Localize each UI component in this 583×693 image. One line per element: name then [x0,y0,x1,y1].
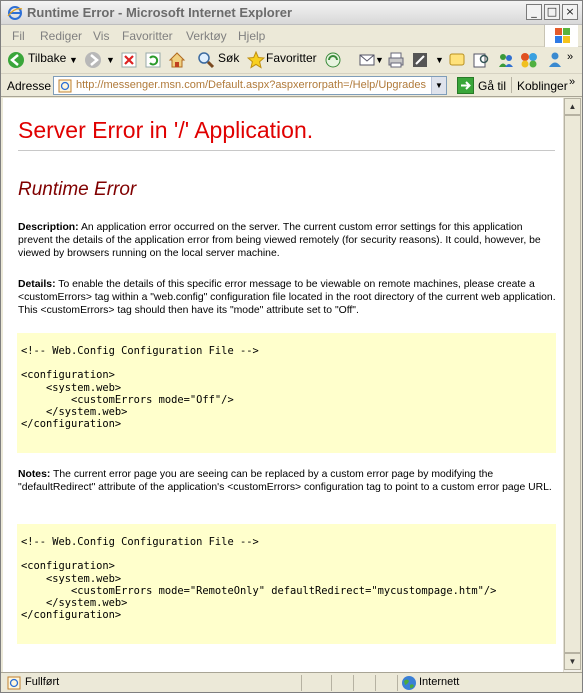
back-dropdown-icon[interactable]: ▼ [69,55,78,74]
go-arrow-icon[interactable] [457,77,474,94]
details-paragraph: Details: To enable the details of this s… [18,278,558,317]
status-bar: Fullført Internett [1,672,582,692]
maximize-button[interactable]: □ [544,4,560,20]
divider [18,150,555,151]
go-button[interactable]: Gå til [478,79,506,93]
status-text: Fullført [25,676,60,688]
menu-view[interactable]: Vis [93,29,109,43]
mail-dropdown-icon[interactable]: ▼ [375,55,384,74]
msn-butterfly-icon[interactable] [520,51,538,69]
favorites-star-icon[interactable] [247,51,265,69]
address-label: Adresse [7,79,52,93]
internet-globe-icon [402,676,416,690]
search-button[interactable]: Søk [218,51,239,70]
title-bar[interactable]: Runtime Error - Microsoft Internet Explo… [1,1,582,25]
media-icon[interactable] [324,51,342,69]
links-overflow-icon[interactable]: » [569,76,575,88]
menu-tools[interactable]: Verktøy [186,29,227,43]
description-text: An application error occurred on the ser… [18,222,541,259]
menu-file[interactable]: Fil [12,29,25,43]
page-content: Server Error in '/' Application. Runtime… [3,98,563,672]
menu-edit[interactable]: Rediger [40,29,82,43]
scroll-thumb[interactable] [564,115,581,653]
toolbar: Tilbake ▼ ▼ Søk Favoritter ▼ ▼ » [1,47,582,74]
vertical-scrollbar[interactable]: ▲ ▼ [563,98,581,672]
messenger-icon[interactable] [497,51,515,69]
notes-label: Notes: [18,469,51,480]
page-title: Server Error in '/' Application. [18,117,314,143]
description-label: Description: [18,222,79,233]
discuss-icon[interactable] [448,51,466,69]
menu-help[interactable]: Hjelp [238,29,265,43]
window-title: Runtime Error - Microsoft Internet Explo… [27,5,293,20]
ie-icon [7,6,23,20]
close-button[interactable]: × [562,4,578,20]
favorites-button[interactable]: Favoritter [266,51,317,70]
details-text: To enable the details of this specific e… [18,279,556,316]
error-subtitle: Runtime Error [18,179,137,200]
stop-icon[interactable] [120,51,138,69]
menu-bar: Fil Rediger Vis Favoritter Verktøy Hjelp [1,25,582,47]
config-code-block-2: <!-- Web.Config Configuration File --> <… [17,524,556,644]
address-input[interactable]: http://messenger.msn.com/Default.aspx?as… [53,76,447,95]
minimize-button[interactable]: _ [526,4,542,20]
notes-text: The current error page you are seeing ca… [18,469,552,493]
edit-dropdown-icon[interactable]: ▼ [435,55,444,74]
security-zone: Internett [419,676,460,688]
scroll-down-icon[interactable]: ▼ [564,653,581,670]
toolbar-overflow-icon[interactable]: » [567,51,573,70]
windows-logo [544,25,578,47]
research-icon[interactable] [472,51,490,69]
forward-dropdown-icon[interactable]: ▼ [106,55,115,74]
scroll-up-icon[interactable]: ▲ [564,98,581,115]
address-bar: Adresse http://messenger.msn.com/Default… [1,74,582,97]
search-icon[interactable] [197,51,215,69]
back-arrow-icon[interactable] [7,51,25,69]
notes-paragraph: Notes: The current error page you are se… [18,468,558,494]
address-dropdown-icon[interactable]: ▼ [431,77,446,94]
page-done-icon [7,676,21,690]
details-label: Details: [18,279,56,290]
description-paragraph: Description: An application error occurr… [18,221,558,260]
links-button[interactable]: Koblinger [517,79,568,93]
home-icon[interactable] [168,51,186,69]
page-icon [58,79,72,93]
refresh-icon[interactable] [144,51,162,69]
print-icon[interactable] [387,51,405,69]
address-url[interactable]: http://messenger.msn.com/Default.aspx?as… [76,79,426,91]
menu-favorites[interactable]: Favoritter [122,29,173,43]
back-button[interactable]: Tilbake [28,51,66,70]
config-code-block-1: <!-- Web.Config Configuration File --> <… [17,333,556,453]
edit-icon[interactable] [411,51,429,69]
mail-icon[interactable] [358,51,376,69]
forward-arrow-icon[interactable] [84,51,102,69]
browser-window: Runtime Error - Microsoft Internet Explo… [0,0,583,693]
messenger-people-icon[interactable] [546,51,564,69]
